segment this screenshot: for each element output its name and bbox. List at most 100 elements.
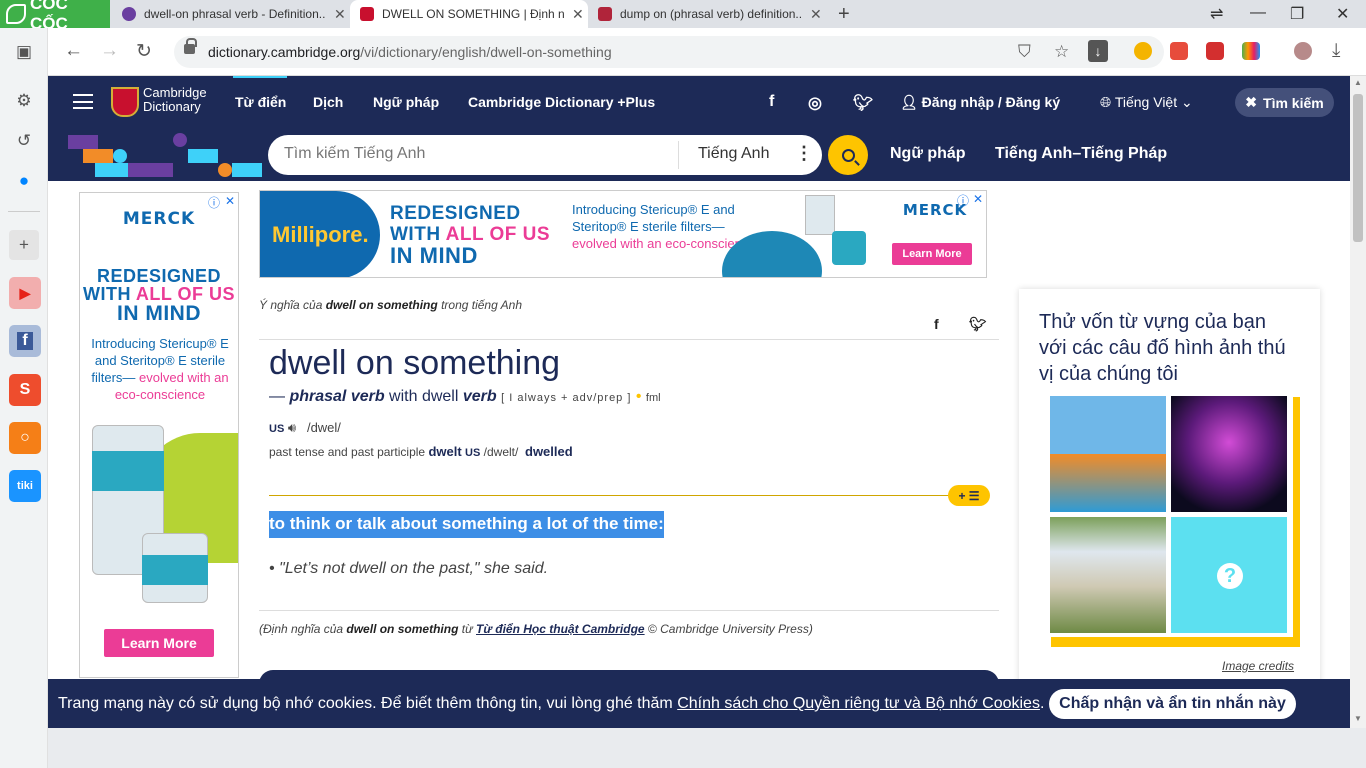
facebook-icon[interactable]: f	[9, 325, 41, 357]
tab-title: dwell-on phrasal verb - Definition...	[144, 7, 326, 21]
add-to-wordlist-button[interactable]: + ☰	[948, 485, 990, 506]
lock-icon[interactable]	[184, 38, 197, 54]
ad-close-icon[interactable]: ✕	[973, 192, 983, 206]
extension-shield-icon[interactable]	[1170, 42, 1188, 60]
minimize-icon[interactable]: —	[1250, 4, 1266, 22]
sidebar-divider	[8, 211, 40, 212]
scroll-down-icon[interactable]: ▼	[1354, 714, 1362, 723]
close-icon: ✖	[1245, 94, 1258, 110]
cambridge-logo[interactable]: Cambridge Dictionary	[143, 86, 207, 114]
profile-avatar[interactable]	[1294, 42, 1312, 60]
ad-millipore-logo: Millipore.	[260, 191, 380, 277]
ad-headline: REDESIGNED WITH ALL OF US IN MIND	[390, 203, 551, 268]
shield-icon[interactable]: ⛉	[1018, 42, 1031, 62]
extension-grid-icon[interactable]	[1242, 42, 1260, 60]
share-twitter-icon[interactable]: 🐦︎	[969, 316, 987, 333]
history-icon[interactable]: ↺	[9, 126, 39, 156]
left-advertisement[interactable]: ⓘ ✕ MERCK REDESIGNED WITH ALL OF US IN M…	[79, 192, 239, 678]
ad-learn-more-button[interactable]: Learn More	[892, 243, 972, 265]
source-link[interactable]: Từ điển Học thuật Cambridge	[476, 622, 645, 636]
decor-block	[173, 133, 187, 147]
add-app-icon[interactable]: +	[9, 230, 39, 260]
tiki-icon[interactable]: tiki	[9, 470, 41, 502]
dictionary-selector[interactable]: Tiếng Anh	[698, 145, 769, 163]
privacy-policy-link[interactable]: Chính sách cho Quyền riêng tư và Bộ nhớ …	[677, 695, 1040, 712]
ad-close-icon[interactable]: ✕	[225, 194, 235, 208]
more-options-icon[interactable]: ⋮	[795, 143, 813, 164]
chevron-down-icon: ⌄	[1177, 94, 1193, 110]
nav-dictionary[interactable]: Từ điển	[232, 76, 288, 110]
tab-dwell-on-something[interactable]: DWELL ON SOMETHING | Định ngh... ✕	[350, 0, 588, 28]
extension-red-icon[interactable]	[1206, 42, 1224, 60]
page-scrollbar[interactable]: ▲ ▼	[1350, 76, 1366, 728]
divider	[259, 610, 999, 611]
search-submit-button[interactable]	[828, 135, 868, 175]
sidebar-toggle-icon[interactable]: ▣	[9, 37, 39, 67]
scroll-up-icon[interactable]: ▲	[1354, 78, 1362, 87]
quiz-image-playhouse[interactable]	[1050, 517, 1166, 633]
login-link[interactable]: 👤︎ Đăng nhập / Đăng ký	[900, 94, 1060, 111]
messenger-icon[interactable]: ●	[9, 166, 39, 196]
pronunciation: US 🔊︎ /dwel/	[269, 420, 341, 435]
close-tab-icon[interactable]: ✕	[334, 6, 346, 23]
shopee-icon[interactable]: S	[9, 374, 41, 406]
nav-translate[interactable]: Dịch	[313, 94, 343, 110]
ipa: /dwel/	[306, 420, 341, 435]
quiz-image-unknown[interactable]: ?	[1171, 517, 1287, 633]
youtube-icon[interactable]: ▶	[9, 277, 41, 309]
speaker-icon[interactable]: 🔊︎	[288, 420, 296, 435]
english-french-link[interactable]: Tiếng Anh–Tiếng Pháp	[995, 145, 1167, 163]
decor-block	[83, 149, 113, 163]
close-tab-icon[interactable]: ✕	[810, 6, 822, 23]
search-toggle-button[interactable]: ✖ Tìm kiếm	[1235, 88, 1334, 117]
share-facebook-icon[interactable]: f	[934, 316, 939, 332]
extension-chrome-icon[interactable]	[1134, 42, 1152, 60]
reload-icon[interactable]: ↻	[136, 40, 152, 63]
quiz-image-ferris-wheel[interactable]	[1171, 396, 1287, 512]
ad-learn-more-button[interactable]: Learn More	[104, 629, 214, 657]
search-input[interactable]	[284, 145, 664, 163]
close-window-icon[interactable]: ✕	[1336, 4, 1349, 24]
url-text[interactable]: dictionary.cambridge.org/vi/dictionary/e…	[208, 44, 612, 60]
browser-tab-bar: CỐC CỐC dwell-on phrasal verb - Definiti…	[0, 0, 1366, 33]
image-credits-link[interactable]: Image credits	[1222, 659, 1294, 673]
logo-line1: Cambridge	[143, 85, 207, 100]
scrollbar-thumb[interactable]	[1353, 94, 1363, 242]
top-advertisement[interactable]: Millipore. REDESIGNED WITH ALL OF US IN …	[259, 190, 987, 278]
tab-search-icon[interactable]: ⇌	[1210, 4, 1223, 24]
instagram-icon[interactable]: ◎	[808, 93, 822, 113]
ad-info-icon[interactable]: ⓘ	[957, 192, 969, 209]
accept-cookies-button[interactable]: Chấp nhận và ẩn tin nhắn này	[1049, 689, 1296, 719]
bullet-icon: •	[269, 560, 280, 577]
definition-text[interactable]: to think or talk about something a lot o…	[269, 511, 664, 538]
nav-grammar[interactable]: Ngữ pháp	[373, 94, 439, 110]
address-bar[interactable]: dictionary.cambridge.org/vi/dictionary/e…	[174, 36, 1164, 68]
ad-headline: REDESIGNED WITH ALL OF US IN MIND	[83, 266, 235, 325]
menu-icon[interactable]	[73, 94, 93, 109]
forward-icon[interactable]: →	[100, 40, 119, 62]
cambridge-shield-icon[interactable]	[111, 87, 139, 117]
tab-dwell-on[interactable]: dwell-on phrasal verb - Definition... ✕	[112, 0, 350, 28]
new-tab-icon[interactable]: +	[838, 3, 850, 26]
search-app-icon[interactable]: ○	[9, 422, 41, 454]
bookmark-star-icon[interactable]: ☆	[1054, 42, 1069, 62]
nav-plus[interactable]: Cambridge Dictionary +Plus	[468, 94, 655, 110]
ad-bottle-band	[92, 451, 164, 491]
tab-dump-on[interactable]: dump on (phrasal verb) definition... ✕	[588, 0, 826, 28]
search-bar-row: Tiếng Anh ⋮ Ngữ pháp Tiếng Anh–Tiếng Phá…	[48, 129, 1350, 181]
tab-title: dump on (phrasal verb) definition...	[620, 7, 802, 21]
quiz-image-waterslide[interactable]	[1050, 396, 1166, 512]
language-selector[interactable]: 🌐︎ Tiếng Việt ⌄	[1100, 94, 1193, 111]
facebook-icon[interactable]: f	[769, 93, 774, 111]
quiz-title[interactable]: Thử vốn từ vựng của bạn với các câu đố h…	[1039, 309, 1299, 387]
downloads-icon[interactable]: ⤓	[1332, 40, 1340, 62]
restore-icon[interactable]: ❐	[1290, 4, 1304, 24]
twitter-icon[interactable]: 🐦︎	[853, 93, 873, 113]
download-page-icon[interactable]: ↓	[1088, 40, 1108, 62]
grammar-link[interactable]: Ngữ pháp	[890, 145, 966, 163]
settings-icon[interactable]: ⚙	[9, 86, 39, 116]
user-icon: 👤︎	[900, 94, 922, 110]
close-tab-icon[interactable]: ✕	[572, 6, 584, 23]
coccoc-brand[interactable]: CỐC CỐC	[0, 0, 110, 33]
back-icon[interactable]: ←	[64, 40, 83, 62]
